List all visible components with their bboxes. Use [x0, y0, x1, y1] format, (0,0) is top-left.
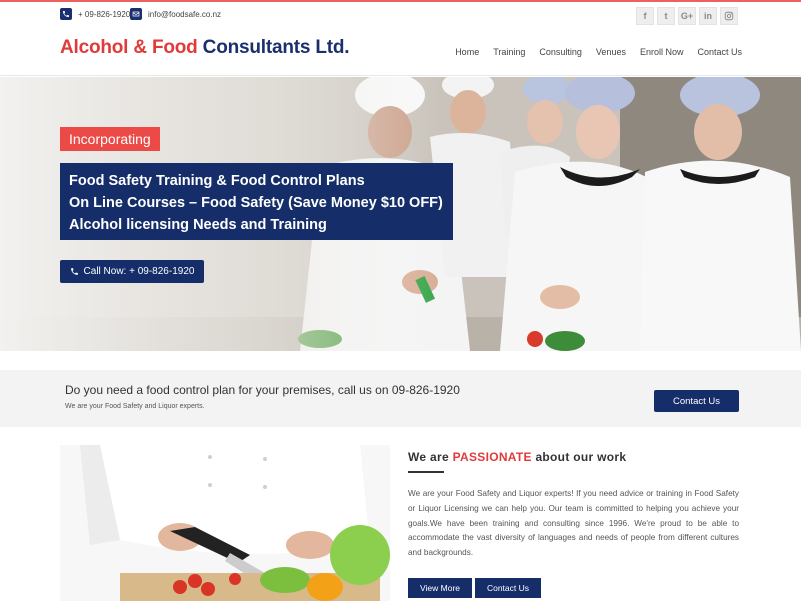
logo-part-2: Consultants Ltd.	[202, 37, 350, 58]
phone-contact[interactable]: + 09-826-1920	[60, 8, 130, 20]
hero-headline-box: Food Safety Training & Food Control Plan…	[60, 163, 453, 240]
promo-subtitle: We are your Food Safety and Liquor exper…	[65, 403, 205, 410]
about-heading: We are PASSIONATE about our work	[408, 450, 626, 464]
site-header: Alcohol & Food Consultants Ltd. Home Tra…	[0, 30, 801, 76]
call-now-label: Call Now: + 09-826-1920	[83, 266, 195, 277]
nav-consulting[interactable]: Consulting	[539, 47, 582, 57]
hero-line-1: Food Safety Training & Food Control Plan…	[69, 173, 365, 189]
phone-icon	[60, 8, 72, 20]
incorporating-tag: Incorporating	[60, 127, 160, 151]
promo-title: Do you need a food control plan for your…	[65, 383, 460, 397]
about-body-text: We are your Food Safety and Liquor exper…	[408, 489, 739, 558]
logo-part-1: Alcohol & Food	[60, 37, 198, 58]
about-heading-pre: We are	[408, 450, 449, 464]
phone-number: + 09-826-1920	[78, 9, 131, 19]
top-bar: + 09-826-1920 info@foodsafe.co.nz f t G+…	[0, 2, 801, 30]
promo-band: Do you need a food control plan for your…	[0, 370, 801, 427]
view-more-button[interactable]: View More	[408, 578, 472, 598]
about-heading-post: about our work	[535, 450, 627, 464]
nav-training[interactable]: Training	[493, 47, 525, 57]
about-contact-us-button[interactable]: Contact Us	[475, 578, 541, 598]
heading-underline	[408, 471, 444, 473]
nav-venues[interactable]: Venues	[596, 47, 626, 57]
phone-icon	[70, 268, 78, 275]
facebook-icon[interactable]: f	[636, 7, 654, 25]
hero-banner: Incorporating Food Safety Training & Foo…	[0, 77, 801, 351]
twitter-icon[interactable]: t	[657, 7, 675, 25]
site-logo[interactable]: Alcohol & Food Consultants Ltd.	[60, 37, 350, 59]
social-links: f t G+ in	[636, 7, 738, 25]
nav-enroll-now[interactable]: Enroll Now	[640, 47, 684, 57]
email-contact[interactable]: info@foodsafe.co.nz	[130, 8, 221, 20]
linkedin-icon[interactable]: in	[699, 7, 717, 25]
contact-us-button[interactable]: Contact Us	[654, 390, 739, 412]
call-now-button[interactable]: Call Now: + 09-826-1920	[60, 260, 204, 283]
envelope-icon	[130, 8, 142, 20]
google-plus-icon[interactable]: G+	[678, 7, 696, 25]
chef-cutting-vegetables-image	[60, 445, 390, 601]
instagram-icon[interactable]	[720, 7, 738, 25]
nav-home[interactable]: Home	[455, 47, 479, 57]
hero-line-2: On Line Courses – Food Safety (Save Mone…	[69, 195, 443, 211]
nav-contact-us[interactable]: Contact Us	[697, 47, 742, 57]
main-nav: Home Training Consulting Venues Enroll N…	[455, 47, 742, 57]
about-heading-accent: PASSIONATE	[452, 450, 532, 464]
hero-line-3: Alcohol licensing Needs and Training	[69, 217, 327, 233]
email-address: info@foodsafe.co.nz	[148, 9, 222, 19]
